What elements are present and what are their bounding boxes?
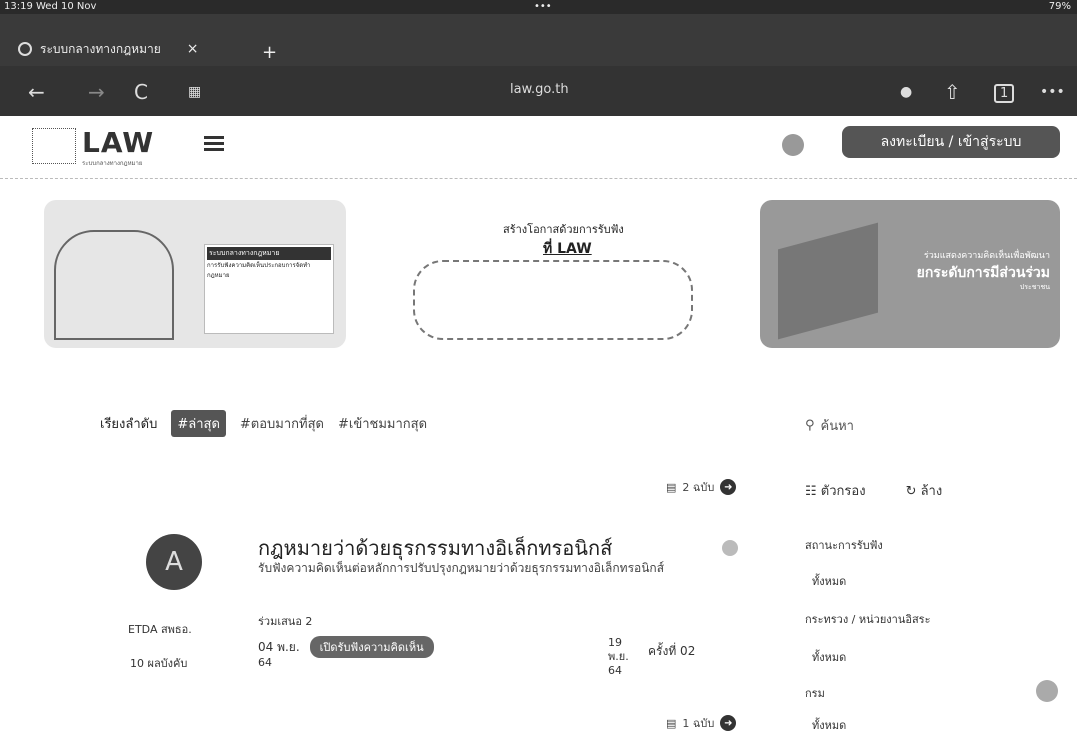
- laptop-illustration: [778, 222, 878, 340]
- more-button[interactable]: •••: [1040, 84, 1065, 100]
- site-logo[interactable]: LAW ระบบกลางทางกฎหมาย: [32, 124, 172, 168]
- sort-most-viewed[interactable]: #เข้าชมมากสุด: [338, 413, 427, 434]
- bookmark-icon[interactable]: [722, 540, 738, 556]
- clear-filter-button[interactable]: ↻ ล้าง: [906, 480, 943, 501]
- ministry-filter-label: กระทรวง / หน่วยงานอิสระ: [805, 613, 931, 626]
- document-icon: ▤: [666, 480, 677, 494]
- sort-label: เรียงลำดับ: [100, 417, 158, 432]
- chat-fab-icon[interactable]: [1036, 680, 1058, 702]
- round-number: ครั้งที่ 02: [648, 644, 696, 658]
- arrow-right-icon[interactable]: ➜: [720, 479, 737, 495]
- banner-3[interactable]: ร่วมแสดงความคิดเห็นเพื่อพัฒนา ยกระดับการ…: [760, 200, 1060, 348]
- banner-card-text: การรับฟังความคิดเห็นประกอบการจัดทำกฎหมาย: [207, 262, 311, 279]
- translate-icon[interactable]: ▦: [188, 84, 201, 100]
- banner-3-line3: ประชาชน: [1019, 283, 1050, 291]
- forward-button[interactable]: →: [88, 80, 105, 104]
- arrow-right-icon[interactable]: ➜: [720, 715, 737, 731]
- participants-count: ร่วมเสนอ 2: [258, 615, 313, 628]
- browser-tab-bar: ระบบกลางทางกฎหมาย × +: [0, 14, 1077, 66]
- date-row: 04 พ.ย. เปิดรับฟังความคิดเห็น: [258, 636, 434, 658]
- banner-card: ระบบกลางทางกฎหมาย การรับฟังความคิดเห็นปร…: [204, 244, 334, 334]
- tabs-count-button[interactable]: 1: [994, 84, 1015, 103]
- reload-button[interactable]: C: [134, 80, 148, 104]
- start-year: 64: [258, 656, 272, 669]
- globe-icon: [18, 42, 32, 56]
- status-filter-select[interactable]: ทั้งหมด: [812, 572, 846, 590]
- count-text: 2 ฉบับ: [682, 481, 715, 494]
- dept-filter-select[interactable]: ทั้งหมด: [812, 716, 846, 734]
- banner-3-line1: ร่วมแสดงความคิดเห็นเพื่อพัฒนา: [923, 251, 1050, 261]
- back-button[interactable]: ←: [28, 80, 45, 104]
- people-illustration: [54, 230, 174, 340]
- avatar[interactable]: [782, 134, 804, 156]
- register-login-button[interactable]: ลงทะเบียน / เข้าสู่ระบบ: [842, 126, 1060, 158]
- new-tab-button[interactable]: +: [262, 42, 277, 63]
- banner-2-line2: ที่ LAW: [543, 241, 592, 257]
- ministry-filter-select[interactable]: ทั้งหมด: [812, 648, 846, 666]
- search-input[interactable]: ⚲ ค้นหา: [805, 414, 1005, 436]
- dept-filter-label: กรม: [805, 687, 825, 700]
- agency-name: ETDA สพธอ.: [128, 623, 192, 636]
- menu-icon[interactable]: [204, 136, 224, 152]
- law-description: รับฟังความคิดเห็นต่อหลักการปรับปรุงกฎหมา…: [258, 561, 665, 575]
- document-icon: ▤: [666, 716, 677, 730]
- status-bar: 13:19 Wed 10 Nov ••• 79%: [0, 0, 1077, 14]
- banner-card-title: ระบบกลางทางกฎหมาย: [207, 247, 331, 260]
- filter-header: ☷ ตัวกรอง ↻ ล้าง: [805, 480, 942, 501]
- banner-3-line2: ยกระดับการมีส่วนร่วม: [916, 265, 1050, 281]
- mic-icon[interactable]: ●: [900, 84, 912, 100]
- agency-tag: 10 ผลบังคับ: [130, 657, 188, 670]
- status-filter-label: สถานะการรับฟัง: [805, 539, 883, 552]
- agency-logo: A: [146, 534, 202, 590]
- search-placeholder: ค้นหา: [820, 418, 854, 434]
- search-icon: ⚲: [805, 417, 815, 433]
- end-date: 19 พ.ย. 64: [608, 636, 629, 677]
- filter-button[interactable]: ☷ ตัวกรอง: [805, 480, 866, 501]
- clock: 13:19 Wed 10 Nov: [4, 1, 97, 12]
- start-date: 04 พ.ย.: [258, 639, 300, 654]
- share-button[interactable]: ⇧: [944, 80, 961, 104]
- tab-title: ระบบกลางทางกฎหมาย: [40, 41, 161, 56]
- item-count-bottom: ▤ 1 ฉบับ ➜: [666, 714, 737, 732]
- logo-subtitle: ระบบกลางทางกฎหมาย: [82, 160, 143, 167]
- logo-mark-icon: [32, 128, 76, 164]
- logo-word: LAW: [82, 126, 155, 159]
- item-count-top: ▤ 2 ฉบับ ➜: [666, 478, 737, 496]
- site-header: LAW ระบบกลางทางกฎหมาย ลงทะเบียน / เข้าสู…: [0, 116, 1077, 179]
- address-bar[interactable]: law.go.th: [510, 82, 569, 97]
- sort-bar: เรียงลำดับ #ล่าสุด #ตอบมากที่สุด #เข้าชม…: [100, 410, 427, 437]
- sort-most-answered[interactable]: #ตอบมากที่สุด: [240, 413, 324, 434]
- banner-1[interactable]: ระบบกลางทางกฎหมาย การรับฟังความคิดเห็นปร…: [44, 200, 346, 348]
- battery-indicator: 79%: [1048, 1, 1071, 12]
- crowd-illustration: [413, 260, 693, 340]
- banner-2[interactable]: สร้างโอกาสด้วยการรับฟัง ที่ LAW: [403, 200, 703, 348]
- close-tab-icon[interactable]: ×: [187, 41, 199, 57]
- status-badge: เปิดรับฟังความคิดเห็น: [309, 636, 434, 658]
- banner-2-line1: สร้างโอกาสด้วยการรับฟัง: [503, 223, 624, 236]
- browser-toolbar: ← → C ▦ law.go.th ● ⇧ 1 •••: [0, 66, 1077, 116]
- sort-latest[interactable]: #ล่าสุด: [171, 410, 226, 437]
- count-text: 1 ฉบับ: [682, 717, 715, 730]
- browser-tab[interactable]: ระบบกลางทางกฎหมาย ×: [18, 36, 248, 62]
- multitask-dots[interactable]: •••: [534, 1, 552, 12]
